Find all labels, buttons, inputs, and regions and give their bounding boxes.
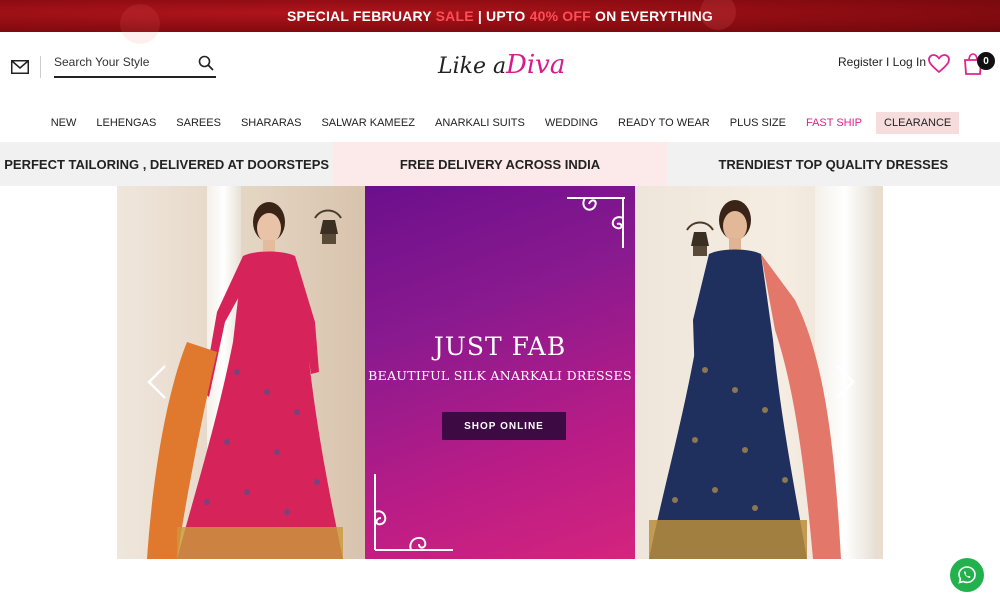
register-login-link[interactable]: Register I Log In bbox=[838, 55, 926, 69]
promo-text: ON EVERYTHING bbox=[590, 8, 713, 24]
cart-count-badge: 0 bbox=[977, 52, 995, 70]
banner-title: JUST FAB bbox=[433, 332, 567, 361]
usp-quality: TRENDIEST TOP QUALITY DRESSES bbox=[666, 142, 1000, 186]
ornament-flourish-icon bbox=[374, 474, 453, 551]
search-icon[interactable] bbox=[198, 55, 214, 71]
main-nav: NEW LEHENGAS SAREES SHARARAS SALWAR KAME… bbox=[0, 104, 1000, 142]
ornament-flourish-icon bbox=[567, 197, 625, 248]
nav-item-clearance[interactable]: CLEARANCE bbox=[876, 112, 960, 134]
usp-tailoring: PERFECT TAILORING , DELIVERED AT DOORSTE… bbox=[0, 142, 334, 186]
nav-item-salwar-kameez[interactable]: SALWAR KAMEEZ bbox=[311, 112, 425, 134]
logo-text-accent: Diva bbox=[506, 50, 566, 80]
nav-item-lehengas[interactable]: LEHENGAS bbox=[86, 112, 166, 134]
whatsapp-icon bbox=[958, 566, 976, 584]
banner-subtitle: BEAUTIFUL SILK ANARKALI DRESSES bbox=[368, 368, 632, 383]
nav-item-ready-to-wear[interactable]: READY TO WEAR bbox=[608, 112, 720, 134]
promo-sale-text: SALE bbox=[435, 8, 474, 24]
usp-free-delivery: FREE DELIVERY ACROSS INDIA bbox=[333, 142, 667, 186]
shop-online-button[interactable]: SHOP ONLINE bbox=[442, 412, 566, 440]
site-header: Like a Diva Register I Log In 0 bbox=[0, 32, 1000, 104]
nav-item-shararas[interactable]: SHARARAS bbox=[231, 112, 312, 134]
promo-decoration bbox=[700, 0, 736, 30]
promo-text: | UPTO bbox=[473, 8, 530, 24]
search-box bbox=[54, 50, 216, 78]
promo-discount-text: 40% OFF bbox=[529, 8, 591, 24]
search-input[interactable] bbox=[54, 52, 194, 72]
promo-bar: SPECIAL FEBRUARY SALE | UPTO 40% OFF ON … bbox=[0, 0, 1000, 44]
model-pink-anarkali-image bbox=[147, 202, 343, 559]
whatsapp-chat-button[interactable] bbox=[950, 558, 984, 592]
chevron-left-icon[interactable] bbox=[145, 362, 169, 402]
nav-item-sarees[interactable]: SAREES bbox=[166, 112, 231, 134]
nav-item-new[interactable]: NEW bbox=[41, 112, 87, 134]
nav-item-plus-size[interactable]: PLUS SIZE bbox=[720, 112, 796, 134]
site-logo[interactable]: Like a Diva bbox=[436, 48, 566, 88]
model-navy-anarkali-image bbox=[649, 200, 841, 559]
hero-banner[interactable]: JUST FAB BEAUTIFUL SILK ANARKALI DRESSES… bbox=[117, 186, 883, 559]
usp-strip: PERFECT TAILORING , DELIVERED AT DOORSTE… bbox=[0, 142, 1000, 186]
nav-item-anarkali-suits[interactable]: ANARKALI SUITS bbox=[425, 112, 535, 134]
promo-text: SPECIAL FEBRUARY bbox=[287, 8, 436, 24]
mail-icon[interactable] bbox=[11, 60, 29, 74]
chevron-right-icon[interactable] bbox=[833, 362, 857, 402]
wishlist-heart-icon[interactable] bbox=[928, 54, 950, 74]
header-divider bbox=[40, 56, 41, 78]
logo-text: Like a bbox=[438, 54, 507, 79]
nav-item-fast-ship[interactable]: FAST SHIP bbox=[796, 112, 872, 134]
nav-item-wedding[interactable]: WEDDING bbox=[535, 112, 608, 134]
